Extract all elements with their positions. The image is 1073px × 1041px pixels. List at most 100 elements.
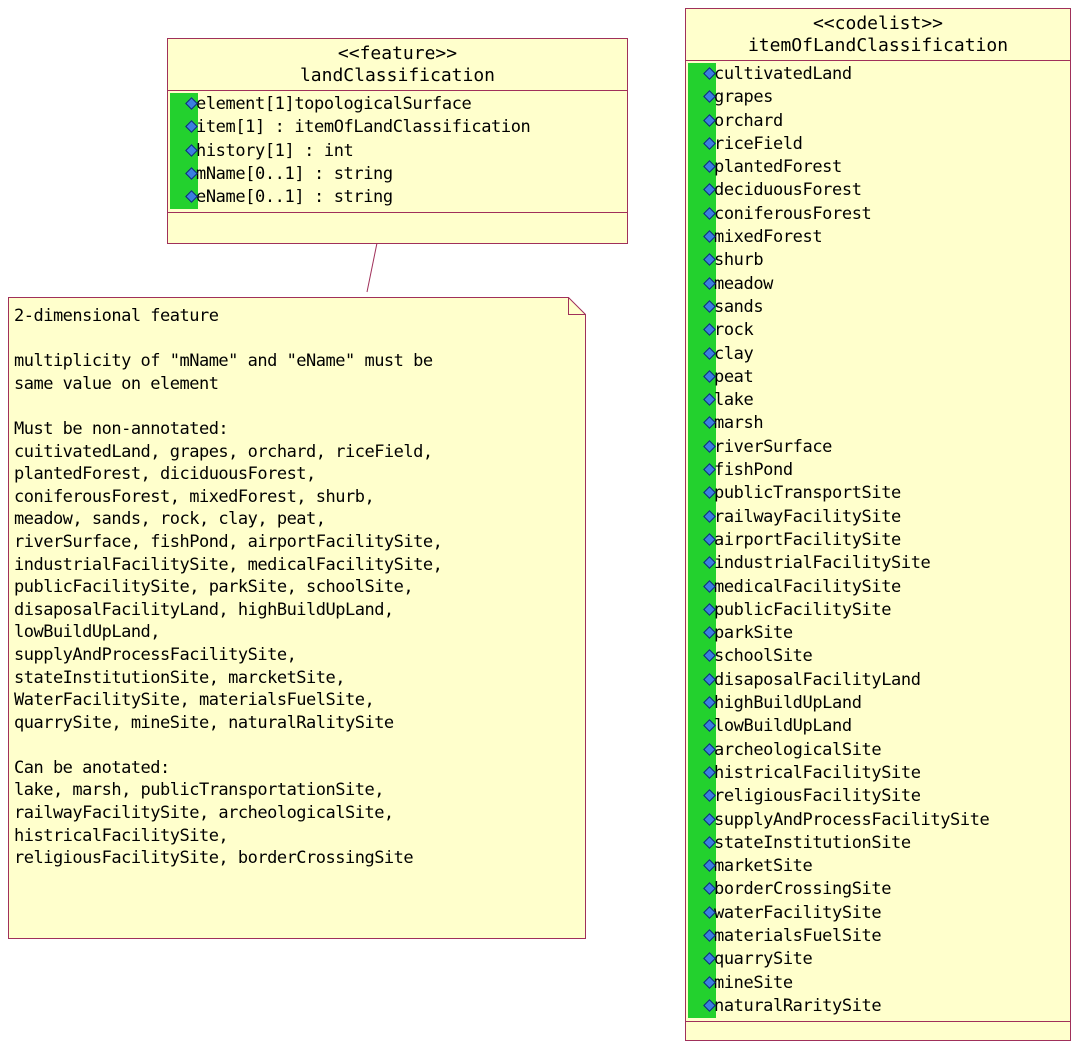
attribute-row[interactable]: peat bbox=[686, 366, 1070, 389]
note-text: 2-dimensional feature multiplicity of "mN… bbox=[14, 305, 574, 892]
attribute-row[interactable]: element[1]topologicalSurface bbox=[168, 93, 627, 116]
attribute-row[interactable]: orchard bbox=[686, 110, 1070, 133]
attribute-row[interactable]: medicalFacilitySite bbox=[686, 576, 1070, 599]
note-paragraph: Must be non-annotated: cuitivatedLand, gr… bbox=[14, 418, 574, 734]
attribute-label: publicFacilitySite bbox=[714, 599, 892, 620]
feature-class-landClassification[interactable]: <<feature>> landClassification element[1… bbox=[167, 38, 628, 244]
attribute-row[interactable]: fishPond bbox=[686, 459, 1070, 482]
attribute-row[interactable]: histricalFacilitySite bbox=[686, 762, 1070, 785]
note-line: industrialFacilitySite, medicalFacilityS… bbox=[14, 554, 443, 575]
attribute-label: supplyAndProcessFacilitySite bbox=[714, 809, 990, 830]
attribute-row[interactable]: waterFacilitySite bbox=[686, 902, 1070, 925]
attribute-row[interactable]: publicTransportSite bbox=[686, 482, 1070, 505]
attribute-label: parkSite bbox=[714, 623, 793, 644]
attribute-row[interactable]: stateInstitutionSite bbox=[686, 832, 1070, 855]
attribute-label: fishPond bbox=[714, 460, 793, 481]
attribute-row[interactable]: mineSite bbox=[686, 972, 1070, 995]
attribute-row[interactable]: lowBuildUpLand bbox=[686, 715, 1070, 738]
attribute-row[interactable]: archeologicalSite bbox=[686, 739, 1070, 762]
attribute-row[interactable]: religiousFacilitySite bbox=[686, 785, 1070, 808]
note-line: lowBuildUpLand, bbox=[14, 622, 161, 643]
attribute-row[interactable]: history[1] : int bbox=[168, 140, 627, 163]
note-paragraph: multiplicity of "mName" and "eName" must… bbox=[14, 350, 574, 395]
note-line: cuitivatedLand, grapes, orchard, riceFie… bbox=[14, 441, 433, 462]
attribute-label: sands bbox=[714, 296, 764, 317]
note-line: same value on element bbox=[14, 373, 219, 394]
codelist-class-name: itemOfLandClassification bbox=[747, 35, 1009, 56]
attribute-row[interactable]: rock bbox=[686, 319, 1070, 342]
attribute-row[interactable]: schoolSite bbox=[686, 645, 1070, 668]
attribute-label: naturalRaritySite bbox=[714, 995, 882, 1016]
attribute-label: clay bbox=[714, 343, 754, 364]
attribute-row[interactable]: mName[0..1] : string bbox=[168, 163, 627, 186]
attribute-label: orchard bbox=[714, 110, 783, 131]
attribute-label: industrialFacilitySite bbox=[714, 553, 931, 574]
attribute-label: riceField bbox=[714, 133, 803, 154]
attribute-row[interactable]: supplyAndProcessFacilitySite bbox=[686, 809, 1070, 832]
note-line: plantedForest, diciduousForest, bbox=[14, 464, 316, 485]
attribute-row[interactable]: marsh bbox=[686, 412, 1070, 435]
attribute-row[interactable]: mixedForest bbox=[686, 226, 1070, 249]
attribute-row[interactable]: disaposalFacilityLand bbox=[686, 669, 1070, 692]
note-line: Must be non-annotated: bbox=[14, 418, 229, 439]
attribute-label: schoolSite bbox=[714, 646, 813, 667]
attribute-row[interactable]: grapes bbox=[686, 86, 1070, 109]
attribute-row[interactable]: plantedForest bbox=[686, 156, 1070, 179]
attribute-row[interactable]: highBuildUpLand bbox=[686, 692, 1070, 715]
feature-class-operations bbox=[168, 213, 627, 230]
attribute-row[interactable]: lake bbox=[686, 389, 1070, 412]
attribute-label: meadow bbox=[714, 273, 774, 294]
attribute-row[interactable]: quarrySite bbox=[686, 948, 1070, 971]
codelist-class-header: <<codelist>> itemOfLandClassification bbox=[686, 9, 1070, 61]
attribute-row[interactable]: coniferousForest bbox=[686, 203, 1070, 226]
attribute-row[interactable]: item[1] : itemOfLandClassification bbox=[168, 116, 627, 139]
attribute-label: railwayFacilitySite bbox=[714, 506, 901, 527]
attribute-row[interactable]: eName[0..1] : string bbox=[168, 186, 627, 209]
codelist-class-itemOfLandClassification[interactable]: <<codelist>> itemOfLandClassification cu… bbox=[685, 8, 1071, 1041]
note-paragraph: Can be anotated: lake, marsh, publicTrans… bbox=[14, 757, 574, 870]
attribute-label: mineSite bbox=[714, 972, 793, 993]
note-line: supplyAndProcessFacilitySite, bbox=[14, 644, 297, 665]
attribute-row[interactable]: deciduousForest bbox=[686, 179, 1070, 202]
attribute-row[interactable]: shurb bbox=[686, 249, 1070, 272]
attribute-row[interactable]: riverSurface bbox=[686, 436, 1070, 459]
attribute-label: medicalFacilitySite bbox=[714, 576, 901, 597]
attribute-row[interactable]: cultivatedLand bbox=[686, 63, 1070, 86]
attribute-label: airportFacilitySite bbox=[714, 529, 901, 550]
attribute-row[interactable]: clay bbox=[686, 343, 1070, 366]
codelist-class-stereotype: <<codelist>> bbox=[812, 13, 944, 34]
attribute-label: peat bbox=[714, 366, 754, 387]
attribute-row[interactable]: borderCrossingSite bbox=[686, 878, 1070, 901]
attribute-row[interactable]: naturalRaritySite bbox=[686, 995, 1070, 1018]
attribute-row[interactable]: marketSite bbox=[686, 855, 1070, 878]
note-line: WaterFacilitySite, materialsFuelSite, bbox=[14, 690, 375, 711]
attribute-label: marsh bbox=[714, 413, 764, 434]
attribute-row[interactable]: industrialFacilitySite bbox=[686, 552, 1070, 575]
attribute-row[interactable]: publicFacilitySite bbox=[686, 599, 1070, 622]
attribute-row[interactable]: riceField bbox=[686, 133, 1070, 156]
attribute-label: mName[0..1] : string bbox=[196, 163, 393, 184]
constraint-note[interactable]: 2-dimensional feature multiplicity of "mN… bbox=[8, 297, 586, 939]
note-line: multiplicity of "mName" and "eName" must… bbox=[14, 351, 433, 372]
attribute-label: histricalFacilitySite bbox=[714, 762, 921, 783]
note-line: meadow, sands, rock, clay, peat, bbox=[14, 509, 326, 530]
note-line: riverSurface, fishPond, airportFacilityS… bbox=[14, 531, 443, 552]
note-line: lake, marsh, publicTransportationSite, bbox=[14, 780, 384, 801]
note-line: religiousFacilitySite, borderCrossingSit… bbox=[14, 848, 414, 869]
note-line: railwayFacilitySite, archeologicalSite, bbox=[14, 803, 394, 824]
feature-class-name: landClassification bbox=[299, 65, 496, 86]
note-line: quarrySite, mineSite, naturalRalitySite bbox=[14, 712, 394, 733]
attribute-label: cultivatedLand bbox=[714, 64, 852, 84]
attribute-label: publicTransportSite bbox=[714, 483, 901, 504]
attribute-row[interactable]: meadow bbox=[686, 273, 1070, 296]
attribute-row[interactable]: airportFacilitySite bbox=[686, 529, 1070, 552]
attribute-row[interactable]: materialsFuelSite bbox=[686, 925, 1070, 948]
attribute-label: highBuildUpLand bbox=[714, 693, 862, 714]
attribute-label: lowBuildUpLand bbox=[714, 716, 852, 737]
attribute-label: element[1]topologicalSurface bbox=[196, 94, 472, 114]
note-line: disaposalFacilityLand, highBuildUpLand, bbox=[14, 599, 394, 620]
attribute-row[interactable]: parkSite bbox=[686, 622, 1070, 645]
attribute-row[interactable]: sands bbox=[686, 296, 1070, 319]
note-line: coniferousForest, mixedForest, shurb, bbox=[14, 486, 375, 507]
attribute-row[interactable]: railwayFacilitySite bbox=[686, 506, 1070, 529]
